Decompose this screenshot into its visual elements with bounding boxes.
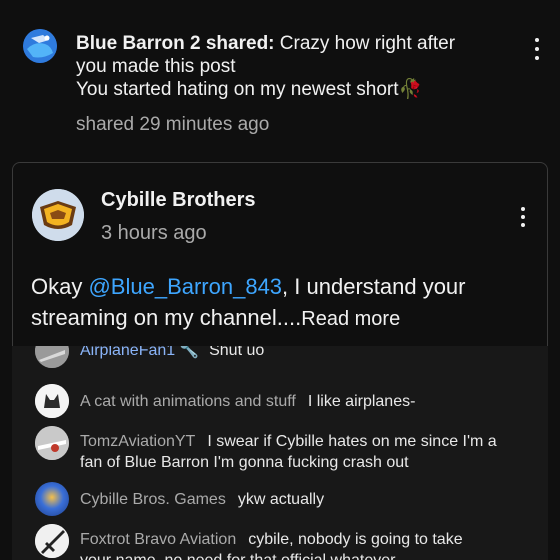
share-author[interactable]: Blue Barron 2 shared: bbox=[76, 33, 275, 54]
comment-content: TomzAviationYT I swear if Cybille hates o… bbox=[80, 431, 530, 473]
comment-content: A cat with animations and stuff I like ai… bbox=[80, 391, 530, 412]
comment-content: Cybille Bros. Games ykw actually bbox=[80, 489, 530, 510]
avatar-jet-icon bbox=[35, 524, 69, 558]
comment-text: ykw actually bbox=[237, 491, 325, 508]
commenter-avatar[interactable] bbox=[35, 482, 69, 516]
card-author-name[interactable]: Cybille Brothers bbox=[101, 189, 255, 212]
card-timestamp: 3 hours ago bbox=[101, 222, 207, 244]
share-author-avatar[interactable] bbox=[23, 29, 57, 63]
share-message-line3: You started hating on my newest short bbox=[76, 79, 399, 100]
body-ellipsis: ... bbox=[282, 305, 302, 330]
rose-emoji: 🥀 bbox=[398, 79, 423, 100]
avatar-plane-red-icon bbox=[35, 426, 69, 460]
read-more-link[interactable]: Read more bbox=[301, 308, 400, 330]
body-prefix: Okay bbox=[31, 274, 89, 299]
card-body-text: Okay @Blue_Barron_843, I understand your… bbox=[31, 271, 531, 335]
share-message-line1: Crazy how right after bbox=[279, 33, 456, 54]
commenter-avatar[interactable] bbox=[35, 346, 69, 368]
comment-text: I swear if Cybille hates on me since I'm… bbox=[207, 433, 497, 450]
commenter-avatar[interactable] bbox=[35, 524, 69, 558]
commenter-name[interactable]: Foxtrot Bravo Aviation bbox=[80, 531, 236, 548]
body-line2: streaming on my channel. bbox=[31, 305, 283, 330]
comment-text-cont: fan of Blue Barron I'm gonna fucking cra… bbox=[80, 454, 409, 471]
comment-text: cybile, nobody is going to take bbox=[248, 531, 463, 548]
wrench-icon: 🔧 bbox=[179, 346, 200, 359]
share-more-options-icon[interactable] bbox=[527, 34, 547, 64]
comment-text: Shut uo bbox=[209, 346, 265, 359]
avatar-cat-icon bbox=[35, 384, 69, 418]
card-more-options-icon[interactable] bbox=[513, 203, 533, 231]
comment-text: I like airplanes- bbox=[307, 393, 416, 410]
community-post-screen: Blue Barron 2 shared: Crazy how right af… bbox=[0, 0, 560, 560]
share-message: Blue Barron 2 shared: Crazy how right af… bbox=[76, 32, 516, 101]
comments-list: AirplaneFan1 🔧 Shut uo A cat with animatio… bbox=[12, 346, 548, 560]
commenter-name[interactable]: A cat with animations and stuff bbox=[80, 393, 296, 410]
comment-text-cont: your name, no need for that official wha… bbox=[80, 552, 395, 560]
commenter-avatar[interactable] bbox=[35, 384, 69, 418]
card-author-avatar[interactable] bbox=[32, 189, 84, 241]
commenter-avatar[interactable] bbox=[35, 426, 69, 460]
commenter-name[interactable]: AirplaneFan1 bbox=[80, 346, 175, 359]
user-mention-link[interactable]: @Blue_Barron_843 bbox=[88, 274, 282, 299]
avatar-globe-icon bbox=[23, 29, 57, 63]
shared-post: Blue Barron 2 shared: Crazy how right af… bbox=[0, 0, 560, 150]
share-timestamp: shared 29 minutes ago bbox=[76, 114, 270, 135]
comment-content: AirplaneFan1 🔧 Shut uo bbox=[80, 346, 530, 361]
avatar-logo-icon bbox=[32, 189, 84, 241]
comment-content: Foxtrot Bravo Aviation cybile, nobody is … bbox=[80, 529, 530, 560]
commenter-name[interactable]: Cybille Bros. Games bbox=[80, 491, 226, 508]
body-line1-rest: , I understand your bbox=[282, 274, 466, 299]
avatar-airplane-icon bbox=[35, 346, 69, 368]
commenter-name[interactable]: TomzAviationYT bbox=[80, 433, 195, 450]
share-message-line2: you made this post bbox=[76, 56, 236, 77]
